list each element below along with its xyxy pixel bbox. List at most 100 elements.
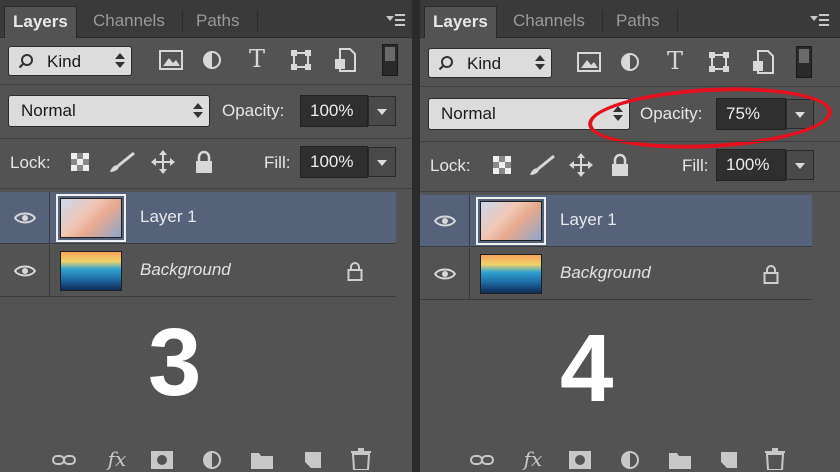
filter-kind-label: Kind: [467, 54, 502, 73]
fx-icon[interactable]: fx: [520, 447, 546, 471]
spinner-icon: [115, 51, 125, 71]
step-number: 3: [148, 309, 202, 416]
lock-label: Lock:: [10, 153, 51, 172]
blend-mode-select[interactable]: Normal: [8, 95, 210, 127]
lock-image-pixels-icon[interactable]: [528, 153, 556, 177]
fill-dropdown-icon[interactable]: [786, 150, 814, 180]
fill-label: Fill:: [264, 153, 291, 172]
layer-name[interactable]: Background: [140, 260, 231, 280]
tab-separator: [182, 10, 183, 32]
panel-tab-bar: Layers Channels Paths: [0, 0, 412, 38]
tab-paths[interactable]: Paths: [608, 6, 667, 38]
lock-transparent-pixels-icon[interactable]: [492, 155, 512, 175]
tab-separator: [257, 10, 258, 32]
smart-object-filter-icon[interactable]: [332, 46, 358, 74]
image-filter-icon[interactable]: [158, 48, 184, 72]
trash-icon[interactable]: [350, 448, 372, 470]
spinner-icon: [535, 53, 545, 73]
separator: [0, 138, 412, 139]
visibility-column: [420, 248, 470, 300]
lock-position-icon[interactable]: [568, 152, 594, 178]
filter-toggle-icon[interactable]: [796, 46, 812, 78]
lock-label: Lock:: [430, 156, 471, 175]
layer-name[interactable]: Layer 1: [140, 207, 197, 227]
new-layer-icon[interactable]: [718, 450, 740, 470]
layer-lock-icon: [762, 263, 780, 285]
separator: [0, 84, 412, 85]
shape-filter-icon[interactable]: [706, 50, 732, 74]
type-filter-icon[interactable]: T: [662, 47, 688, 75]
lock-image-pixels-icon[interactable]: [108, 150, 136, 174]
filter-kind-label: Kind: [47, 52, 82, 71]
lock-transparent-pixels-icon[interactable]: [70, 152, 90, 172]
group-folder-icon[interactable]: [668, 450, 692, 470]
panel-divider: [412, 0, 420, 472]
opacity-value: 100%: [310, 101, 354, 120]
filter-kind-select[interactable]: Kind: [428, 48, 552, 78]
opacity-input[interactable]: 100%: [300, 95, 368, 127]
link-layers-icon[interactable]: [470, 450, 494, 470]
step-number: 4: [560, 315, 614, 422]
shape-filter-icon[interactable]: [288, 48, 314, 72]
fill-input[interactable]: 100%: [716, 149, 786, 181]
eye-icon[interactable]: [14, 263, 36, 279]
lock-all-icon[interactable]: [610, 152, 630, 178]
panel-menu-icon[interactable]: [810, 12, 830, 28]
lock-all-icon[interactable]: [194, 149, 214, 175]
eye-icon[interactable]: [434, 213, 456, 229]
panel-tab-bar: Layers Channels Paths: [420, 0, 840, 38]
blend-mode-value: Normal: [21, 101, 76, 120]
panel-menu-icon[interactable]: [386, 12, 406, 28]
visibility-column: [0, 245, 50, 297]
eye-icon[interactable]: [434, 266, 456, 282]
tab-layers[interactable]: Layers: [424, 6, 497, 38]
layer-row-layer-1[interactable]: Layer 1: [0, 192, 396, 244]
eye-icon[interactable]: [14, 210, 36, 226]
group-folder-icon[interactable]: [250, 450, 274, 470]
layer-thumbnail-portrait: [56, 194, 126, 242]
visibility-column: [0, 192, 50, 244]
visibility-column: [420, 195, 470, 247]
layer-thumbnail-island: [60, 251, 122, 291]
search-icon: [17, 52, 35, 70]
tab-channels[interactable]: Channels: [505, 6, 593, 38]
separator: [420, 141, 840, 142]
tab-layers[interactable]: Layers: [4, 6, 77, 38]
separator: [420, 86, 840, 87]
lock-position-icon[interactable]: [150, 149, 176, 175]
layer-row-background[interactable]: Background: [420, 248, 812, 300]
link-layers-icon[interactable]: [52, 450, 76, 470]
opacity-highlight-circle: [586, 81, 834, 155]
layer-mask-icon[interactable]: [568, 450, 592, 470]
panel-footer: fx: [420, 446, 840, 472]
image-filter-icon[interactable]: [576, 50, 602, 74]
tab-channels[interactable]: Channels: [85, 6, 173, 38]
adjustment-filter-icon[interactable]: [618, 50, 642, 74]
opacity-label: Opacity:: [222, 101, 285, 120]
type-filter-icon[interactable]: T: [244, 45, 270, 73]
adjustment-layer-icon[interactable]: [200, 450, 224, 470]
search-icon: [437, 54, 455, 72]
panel-footer: fx: [0, 446, 412, 472]
fill-dropdown-icon[interactable]: [368, 147, 396, 177]
layers-panel-step-4: Layers Channels Paths Kind T Normal Opac…: [420, 0, 840, 472]
fill-value: 100%: [310, 152, 354, 171]
tab-paths[interactable]: Paths: [188, 6, 247, 38]
layer-row-layer-1[interactable]: Layer 1: [420, 195, 812, 247]
fill-input[interactable]: 100%: [300, 146, 368, 178]
adjustment-layer-icon[interactable]: [618, 450, 642, 470]
spinner-icon: [193, 101, 203, 121]
layer-row-background[interactable]: Background: [0, 245, 396, 297]
filter-toggle-icon[interactable]: [382, 44, 398, 76]
layer-name[interactable]: Background: [560, 263, 651, 283]
smart-object-filter-icon[interactable]: [750, 48, 776, 76]
adjustment-filter-icon[interactable]: [200, 48, 224, 72]
layer-mask-icon[interactable]: [150, 450, 174, 470]
layer-name[interactable]: Layer 1: [560, 210, 617, 230]
fx-icon[interactable]: fx: [104, 447, 130, 471]
separator: [420, 191, 840, 192]
opacity-dropdown-icon[interactable]: [368, 96, 396, 126]
filter-kind-select[interactable]: Kind: [8, 46, 132, 76]
new-layer-icon[interactable]: [302, 450, 324, 470]
trash-icon[interactable]: [764, 448, 786, 470]
